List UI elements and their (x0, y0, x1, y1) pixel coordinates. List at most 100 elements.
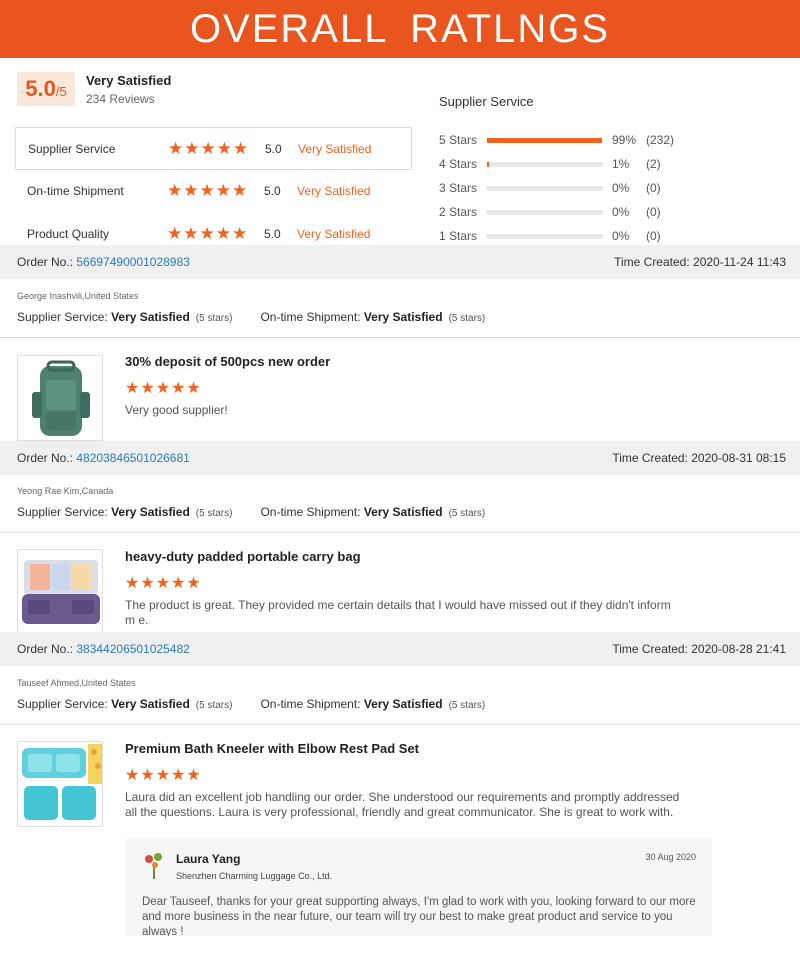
supplier-service-value: Very Satisfied (111, 697, 190, 711)
supplier-logo-icon (145, 853, 162, 879)
breakdown-row: 5 Stars 99% (232) (439, 133, 739, 147)
breakdown-title: Supplier Service (439, 94, 534, 109)
overall-score: 5.0 (25, 76, 56, 101)
ontime-shipment-label: On-time Shipment: (260, 697, 361, 711)
overall-satisfaction-label: Very Satisfied (86, 73, 172, 88)
ontime-shipment-label: On-time Shipment: (260, 310, 361, 324)
carry-bag-icon (22, 560, 100, 624)
breakdown-count: (232) (646, 133, 675, 147)
metric-row-ontime-shipment[interactable]: On-time Shipment ★★★★★ 5.0 Very Satisfie… (15, 170, 412, 212)
reviewer-name: Tauseef Ahmed,United States (17, 678, 136, 688)
breakdown-row: 1 Stars 0% (0) (439, 229, 739, 243)
breakdown-label: 3 Stars (439, 181, 478, 195)
breakdown-count: (0) (646, 181, 661, 195)
review-ratings: Supplier Service: Very Satisfied (5 stars… (17, 505, 485, 519)
metric-score: 5.0 (265, 141, 282, 156)
order-header: Order No.: 38344206501025482 Time Create… (0, 632, 800, 666)
rating-metrics-table: Supplier Service ★★★★★ 5.0 Very Satisfie… (15, 127, 412, 245)
breakdown-label: 4 Stars (439, 157, 478, 171)
overall-score-suffix: /5 (55, 84, 67, 99)
metric-label: Product Quality (27, 227, 110, 241)
breakdown-count: (0) (646, 205, 661, 219)
review-star-icon: ★★★★★ (125, 767, 202, 784)
breakdown-count: (2) (646, 157, 661, 171)
breakdown-percent: 0% (612, 181, 630, 195)
metric-score: 5.0 (264, 184, 281, 198)
breakdown-label: 2 Stars (439, 205, 478, 219)
metric-satisfaction: Very Satisfied (297, 184, 371, 198)
ontime-shipment-stars: (5 stars) (448, 313, 486, 324)
review-text: The product is great. They provided me c… (125, 598, 671, 627)
breakdown-bar-track (487, 138, 603, 143)
banner-title: OVERALL RATLNGS (189, 6, 611, 51)
order-no-label: Order No.: (17, 255, 74, 269)
metric-label: Supplier Service (28, 141, 116, 156)
star-rating-icon: ★★★★★ (167, 181, 249, 200)
supplier-service-label: Supplier Service: (17, 697, 108, 711)
order-number-link[interactable]: 48203846501026681 (76, 451, 189, 465)
divider (0, 532, 800, 533)
supplier-reply: Laura Yang Shenzhen Charming Luggage Co.… (126, 838, 712, 936)
review-ratings: Supplier Service: Very Satisfied (5 stars… (17, 697, 485, 711)
product-title[interactable]: heavy-duty padded portable carry bag (125, 549, 361, 564)
reviewer-name: Yeong Rae Kim,Canada (17, 486, 114, 496)
bath-kneeler-icon (22, 744, 102, 820)
divider (0, 724, 800, 725)
product-thumbnail-bath-kneeler[interactable] (17, 741, 103, 827)
divider (0, 337, 800, 338)
star-rating-icon: ★★★★★ (168, 138, 250, 158)
breakdown-percent: 0% (612, 229, 630, 243)
breakdown-percent: 0% (612, 205, 630, 219)
order-header: Order No.: 56697490001028983 Time Create… (0, 245, 800, 279)
breakdown-row: 4 Stars 1% (2) (439, 157, 739, 171)
supplier-service-label: Supplier Service: (17, 310, 108, 324)
order-number-link[interactable]: 38344206501025482 (76, 642, 189, 656)
product-thumbnail-carry-bag[interactable] (17, 549, 103, 635)
overall-score-badge: 5.0 /5 (17, 72, 75, 106)
supplier-service-stars: (5 stars) (195, 700, 233, 711)
breakdown-bar-track (487, 234, 603, 239)
page-banner: OVERALL RATLNGS (0, 0, 800, 58)
time-created-label: Time Created: (612, 451, 688, 465)
review-ratings: Supplier Service: Very Satisfied (5 stars… (17, 310, 485, 324)
star-rating-icon: ★★★★★ (167, 224, 249, 243)
review-star-icon: ★★★★★ (125, 380, 202, 397)
breakdown-bar-track (487, 162, 603, 167)
supplier-service-stars: (5 stars) (195, 313, 233, 324)
review-star-icon: ★★★★★ (125, 575, 202, 592)
ontime-shipment-value: Very Satisfied (363, 697, 443, 711)
time-created: 2020-08-28 21:41 (691, 642, 786, 656)
metric-satisfaction: Very Satisfied (298, 141, 372, 156)
order-no-label: Order No.: (17, 642, 74, 656)
metric-score: 5.0 (264, 227, 281, 241)
order-number-link[interactable]: 56697490001028983 (76, 255, 189, 269)
time-created-label: Time Created: (614, 255, 690, 269)
reply-text: Dear Tauseef, thanks for your great supp… (142, 896, 696, 936)
review-count: 234 Reviews (86, 92, 155, 106)
product-title[interactable]: 30% deposit of 500pcs new order (125, 354, 330, 369)
ontime-shipment-label: On-time Shipment: (260, 505, 361, 519)
product-title[interactable]: Premium Bath Kneeler with Elbow Rest Pad… (125, 741, 419, 756)
breakdown-count: (0) (646, 229, 661, 243)
breakdown-percent: 99% (612, 133, 637, 147)
review-text: Very good supplier! (125, 403, 228, 417)
ontime-shipment-stars: (5 stars) (448, 700, 486, 711)
backpack-icon (32, 360, 90, 436)
metric-satisfaction: Very Satisfied (297, 227, 371, 241)
breakdown-bar-fill (487, 162, 490, 167)
supplier-service-value: Very Satisfied (111, 505, 190, 519)
breakdown-bar-fill (487, 138, 602, 143)
supplier-service-stars: (5 stars) (195, 508, 233, 519)
product-thumbnail-backpack[interactable] (17, 355, 103, 441)
breakdown-bar-track (487, 186, 603, 191)
time-created-label: Time Created: (612, 642, 688, 656)
breakdown-label: 5 Stars (439, 133, 478, 147)
breakdown-label: 1 Stars (439, 229, 478, 243)
reviewer-name: George Inashvili,United States (17, 291, 139, 301)
time-created: 2020-11-24 11:43 (693, 255, 786, 269)
metric-label: On-time Shipment (27, 184, 124, 198)
metric-row-supplier-service[interactable]: Supplier Service ★★★★★ 5.0 Very Satisfie… (15, 128, 412, 170)
review-text: Laura did an excellent job handling our … (125, 790, 680, 819)
reply-date: 30 Aug 2020 (645, 852, 696, 862)
time-created: 2020-08-31 08:15 (691, 451, 786, 465)
